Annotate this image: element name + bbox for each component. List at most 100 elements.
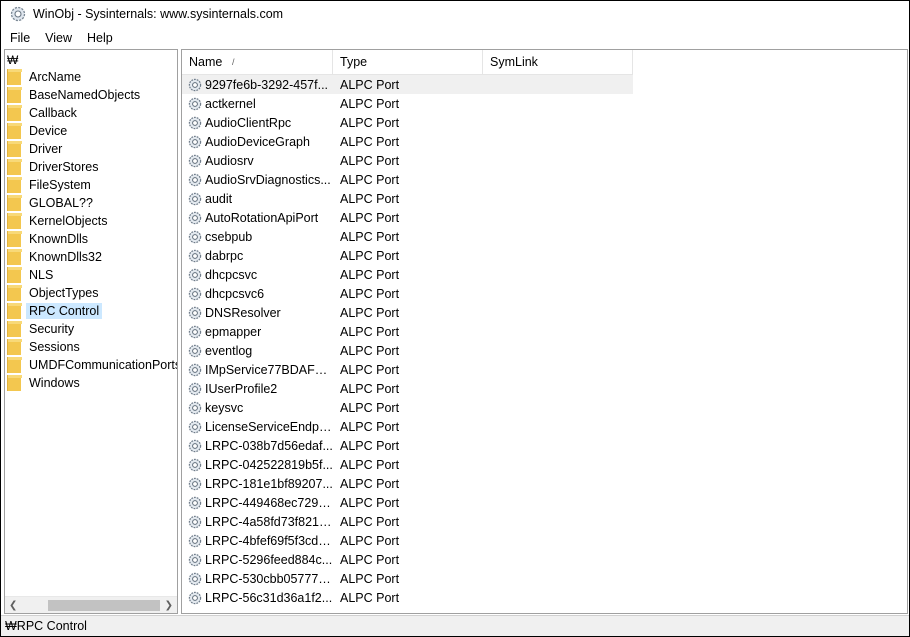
tree-horizontal-scrollbar[interactable]: ❮ ❯: [5, 596, 177, 613]
cell-name: IMpService77BDAF73...: [182, 363, 333, 377]
table-row[interactable]: eventlog ALPC Port: [182, 341, 907, 360]
cell-type: ALPC Port: [340, 419, 400, 434]
cell-name: LRPC-042522819b5f...: [182, 458, 333, 472]
table-row[interactable]: IMpService77BDAF73... ALPC Port: [182, 360, 907, 379]
tree-item[interactable]: Callback: [5, 104, 177, 122]
table-row[interactable]: DNSResolver ALPC Port: [182, 303, 907, 322]
tree-root[interactable]: ₩: [7, 52, 18, 68]
list-rows: 9297fe6b-3292-457f... ALPC Port actkernel A…: [182, 75, 907, 607]
cell-name: Audiosrv: [182, 154, 333, 168]
tree-item[interactable]: FileSystem: [5, 176, 177, 194]
folder-icon: [7, 159, 22, 175]
table-row[interactable]: audit ALPC Port: [182, 189, 907, 208]
table-row[interactable]: LRPC-181e1bf89207... ALPC Port: [182, 474, 907, 493]
title-bar[interactable]: WinObj - Sysinternals: www.sysinternals.…: [1, 1, 909, 27]
tree-item[interactable]: KernelObjects: [5, 212, 177, 230]
cell-type: ALPC Port: [340, 248, 400, 263]
cell-type: ALPC Port: [340, 305, 400, 320]
table-row[interactable]: LicenseServiceEndpoint ALPC Port: [182, 417, 907, 436]
scroll-right-icon[interactable]: ❯: [165, 600, 173, 611]
menu-help[interactable]: Help: [78, 28, 119, 48]
object-name: eventlog: [205, 343, 253, 358]
tree-item[interactable]: BaseNamedObjects: [5, 86, 177, 104]
tree-item[interactable]: Device: [5, 122, 177, 140]
table-row[interactable]: LRPC-4bfef69f5f3cde... ALPC Port: [182, 531, 907, 550]
table-row[interactable]: LRPC-042522819b5f... ALPC Port: [182, 455, 907, 474]
tree-item[interactable]: KnownDlls: [5, 230, 177, 248]
cell-name: LRPC-449468ec7292...: [182, 496, 333, 510]
tree-item[interactable]: Driver: [5, 140, 177, 158]
table-row[interactable]: LRPC-449468ec7292... ALPC Port: [182, 493, 907, 512]
cell-name: audit: [182, 192, 333, 206]
tree-item[interactable]: UMDFCommunicationPorts: [5, 356, 177, 374]
cell-name: LRPC-4bfef69f5f3cde...: [182, 534, 333, 548]
cell-name: AudioDeviceGraph: [182, 135, 333, 149]
cell-name: LRPC-038b7d56edaf...: [182, 439, 333, 453]
tree-item[interactable]: DriverStores: [5, 158, 177, 176]
tree-item[interactable]: Sessions: [5, 338, 177, 356]
tree-item[interactable]: ArcName: [5, 68, 177, 86]
table-row[interactable]: dabrpc ALPC Port: [182, 246, 907, 265]
alpc-port-icon: [188, 78, 202, 92]
object-name: epmapper: [205, 324, 262, 339]
table-row[interactable]: AutoRotationApiPort ALPC Port: [182, 208, 907, 227]
tree-item-label: KnownDlls: [29, 232, 89, 246]
alpc-port-icon: [188, 344, 202, 358]
cell-type: ALPC Port: [340, 343, 400, 358]
cell-name: DNSResolver: [182, 306, 333, 320]
alpc-port-icon: [188, 268, 202, 282]
tree-item[interactable]: RPC Control: [5, 302, 177, 320]
tree-item[interactable]: NLS: [5, 266, 177, 284]
table-row[interactable]: LRPC-4a58fd73f8212... ALPC Port: [182, 512, 907, 531]
window-title: WinObj - Sysinternals: www.sysinternals.…: [33, 7, 284, 21]
object-name: Audiosrv: [205, 153, 254, 168]
object-name: IMpService77BDAF73...: [205, 362, 333, 377]
column-header-name[interactable]: Name /: [182, 50, 333, 75]
object-name: dabrpc: [205, 248, 244, 263]
table-row[interactable]: Audiosrv ALPC Port: [182, 151, 907, 170]
menu-file[interactable]: File: [1, 28, 36, 48]
table-row[interactable]: csebpub ALPC Port: [182, 227, 907, 246]
table-row[interactable]: keysvc ALPC Port: [182, 398, 907, 417]
table-row[interactable]: dhcpcsvc ALPC Port: [182, 265, 907, 284]
table-row[interactable]: LRPC-530cbb057775... ALPC Port: [182, 569, 907, 588]
column-header-symlink[interactable]: SymLink: [483, 50, 633, 75]
table-row[interactable]: LRPC-038b7d56edaf... ALPC Port: [182, 436, 907, 455]
tree-item[interactable]: KnownDlls32: [5, 248, 177, 266]
tree-item-label: Driver: [29, 142, 63, 156]
table-row[interactable]: AudioDeviceGraph ALPC Port: [182, 132, 907, 151]
table-row[interactable]: actkernel ALPC Port: [182, 94, 907, 113]
tree-item-label: Windows: [29, 376, 80, 390]
scrollbar-thumb[interactable]: [48, 600, 160, 611]
table-row[interactable]: dhcpcsvc6 ALPC Port: [182, 284, 907, 303]
object-list[interactable]: Name / Type SymLink 9297fe6b-3292-457f..…: [181, 49, 908, 614]
tree-item[interactable]: Windows: [5, 374, 177, 392]
cell-name: csebpub: [182, 230, 333, 244]
table-row[interactable]: AudioSrvDiagnostics... ALPC Port: [182, 170, 907, 189]
alpc-port-icon: [188, 439, 202, 453]
alpc-port-icon: [188, 401, 202, 415]
table-row[interactable]: epmapper ALPC Port: [182, 322, 907, 341]
scroll-left-icon[interactable]: ❮: [9, 600, 17, 611]
table-row[interactable]: 9297fe6b-3292-457f... ALPC Port: [182, 75, 633, 94]
alpc-port-icon: [188, 477, 202, 491]
table-row[interactable]: LRPC-56c31d36a1f2... ALPC Port: [182, 588, 907, 607]
menu-view[interactable]: View: [36, 28, 78, 48]
tree-item-label: BaseNamedObjects: [29, 88, 141, 102]
tree-item-label: Callback: [29, 106, 77, 120]
tree-item[interactable]: GLOBAL??: [5, 194, 177, 212]
tree-item[interactable]: Security: [5, 320, 177, 338]
table-row[interactable]: IUserProfile2 ALPC Port: [182, 379, 907, 398]
cell-type: ALPC Port: [340, 115, 400, 130]
object-tree[interactable]: ₩ ArcName BaseNamedObjects Callback Device D…: [4, 49, 178, 614]
object-name: csebpub: [205, 229, 253, 244]
tree-item-label: Security: [29, 322, 75, 336]
alpc-port-icon: [188, 572, 202, 586]
table-row[interactable]: LRPC-5296feed884c... ALPC Port: [182, 550, 907, 569]
alpc-port-icon: [188, 287, 202, 301]
column-header-type[interactable]: Type: [333, 50, 483, 75]
tree-item[interactable]: ObjectTypes: [5, 284, 177, 302]
folder-icon: [7, 141, 22, 157]
tree-item-label: RPC Control: [26, 303, 103, 319]
table-row[interactable]: AudioClientRpc ALPC Port: [182, 113, 907, 132]
